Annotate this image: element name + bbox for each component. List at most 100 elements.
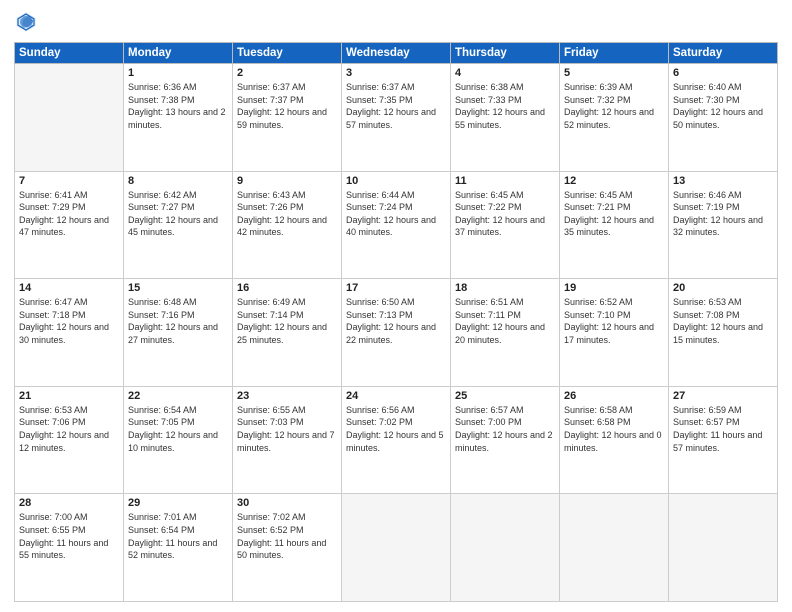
calendar-week-3: 14 Sunrise: 6:47 AM Sunset: 7:18 PM Dayli…	[15, 279, 778, 387]
calendar-cell: 15 Sunrise: 6:48 AM Sunset: 7:16 PM Dayli…	[124, 279, 233, 387]
calendar-header-saturday: Saturday	[669, 43, 778, 64]
cell-sun-info: Sunrise: 7:02 AM Sunset: 6:52 PM Dayligh…	[237, 511, 337, 561]
calendar-cell: 11Sunrise: 6:45 AM Sunset: 7:22 PM Dayli…	[451, 171, 560, 279]
calendar-cell: 5 Sunrise: 6:39 AM Sunset: 7:32 PM Daylig…	[560, 64, 669, 172]
cell-day-number: 26	[564, 390, 664, 402]
cell-sun-info: Sunrise: 6:37 AM Sunset: 7:37 PM Dayligh…	[237, 81, 337, 131]
calendar-cell: 6 Sunrise: 6:40 AM Sunset: 7:30 PM Daylig…	[669, 64, 778, 172]
calendar-cell: 8 Sunrise: 6:42 AM Sunset: 7:27 PM Daylig…	[124, 171, 233, 279]
calendar-header-tuesday: Tuesday	[233, 43, 342, 64]
cell-sun-info: Sunrise: 6:42 AM Sunset: 7:27 PM Dayligh…	[128, 189, 228, 239]
calendar-cell: 27 Sunrise: 6:59 AM Sunset: 6:57 PM Dayli…	[669, 386, 778, 494]
cell-sun-info: Sunrise: 6:47 AM Sunset: 7:18 PM Dayligh…	[19, 296, 119, 346]
cell-day-number: 15	[128, 282, 228, 294]
cell-day-number: 23	[237, 390, 337, 402]
cell-day-number: 2	[237, 67, 337, 79]
cell-day-number: 11	[455, 175, 555, 187]
calendar-cell: 10 Sunrise: 6:44 AM Sunset: 7:24 PM Dayli…	[342, 171, 451, 279]
calendar-week-4: 21 Sunrise: 6:53 AM Sunset: 7:06 PM Dayli…	[15, 386, 778, 494]
calendar-cell: 28 Sunrise: 7:00 AM Sunset: 6:55 PM Dayli…	[15, 494, 124, 602]
calendar-cell: 3 Sunrise: 6:37 AM Sunset: 7:35 PM Daylig…	[342, 64, 451, 172]
cell-sun-info: Sunrise: 6:46 AM Sunset: 7:19 PM Dayligh…	[673, 189, 773, 239]
cell-sun-info: Sunrise: 6:39 AM Sunset: 7:32 PM Dayligh…	[564, 81, 664, 131]
calendar-cell: 7 Sunrise: 6:41 AM Sunset: 7:29 PM Daylig…	[15, 171, 124, 279]
calendar-cell: 19 Sunrise: 6:52 AM Sunset: 7:10 PM Dayli…	[560, 279, 669, 387]
calendar-cell: 30Sunrise: 7:02 AM Sunset: 6:52 PM Dayli…	[233, 494, 342, 602]
cell-day-number: 14	[19, 282, 119, 294]
cell-day-number: 1	[128, 67, 228, 79]
calendar-cell: 14 Sunrise: 6:47 AM Sunset: 7:18 PM Dayli…	[15, 279, 124, 387]
calendar-header-friday: Friday	[560, 43, 669, 64]
calendar-cell: 17 Sunrise: 6:50 AM Sunset: 7:13 PM Dayli…	[342, 279, 451, 387]
cell-day-number: 19	[564, 282, 664, 294]
calendar-cell: 18 Sunrise: 6:51 AM Sunset: 7:11 PM Dayli…	[451, 279, 560, 387]
cell-sun-info: Sunrise: 6:52 AM Sunset: 7:10 PM Dayligh…	[564, 296, 664, 346]
cell-day-number: 4	[455, 67, 555, 79]
cell-day-number: 27	[673, 390, 773, 402]
cell-sun-info: Sunrise: 6:49 AM Sunset: 7:14 PM Dayligh…	[237, 296, 337, 346]
calendar-cell	[560, 494, 669, 602]
calendar-cell: 23 Sunrise: 6:55 AM Sunset: 7:03 PM Dayli…	[233, 386, 342, 494]
calendar-header-monday: Monday	[124, 43, 233, 64]
calendar-cell	[342, 494, 451, 602]
cell-day-number: 9	[237, 175, 337, 187]
cell-day-number: 21	[19, 390, 119, 402]
cell-sun-info: Sunrise: 7:01 AM Sunset: 6:54 PM Dayligh…	[128, 511, 228, 561]
cell-sun-info: Sunrise: 6:38 AM Sunset: 7:33 PM Dayligh…	[455, 81, 555, 131]
calendar-cell: 16Sunrise: 6:49 AM Sunset: 7:14 PM Dayli…	[233, 279, 342, 387]
cell-sun-info: Sunrise: 6:37 AM Sunset: 7:35 PM Dayligh…	[346, 81, 446, 131]
cell-day-number: 25	[455, 390, 555, 402]
cell-day-number: 28	[19, 497, 119, 509]
cell-sun-info: Sunrise: 6:48 AM Sunset: 7:16 PM Dayligh…	[128, 296, 228, 346]
cell-day-number: 10	[346, 175, 446, 187]
cell-day-number: 7	[19, 175, 119, 187]
cell-day-number: 5	[564, 67, 664, 79]
calendar-week-5: 28 Sunrise: 7:00 AM Sunset: 6:55 PM Dayli…	[15, 494, 778, 602]
cell-sun-info: Sunrise: 6:36 AM Sunset: 7:38 PM Dayligh…	[128, 81, 228, 131]
cell-sun-info: Sunrise: 7:00 AM Sunset: 6:55 PM Dayligh…	[19, 511, 119, 561]
cell-sun-info: Sunrise: 6:44 AM Sunset: 7:24 PM Dayligh…	[346, 189, 446, 239]
calendar-cell: 24 Sunrise: 6:56 AM Sunset: 7:02 PM Dayli…	[342, 386, 451, 494]
calendar: SundayMondayTuesdayWednesdayThursdayFrid…	[14, 42, 778, 602]
cell-sun-info: Sunrise: 6:58 AM Sunset: 6:58 PM Dayligh…	[564, 404, 664, 454]
calendar-cell: 9 Sunrise: 6:43 AM Sunset: 7:26 PM Daylig…	[233, 171, 342, 279]
cell-day-number: 3	[346, 67, 446, 79]
calendar-cell: 22 Sunrise: 6:54 AM Sunset: 7:05 PM Dayli…	[124, 386, 233, 494]
cell-sun-info: Sunrise: 6:50 AM Sunset: 7:13 PM Dayligh…	[346, 296, 446, 346]
cell-sun-info: Sunrise: 6:43 AM Sunset: 7:26 PM Dayligh…	[237, 189, 337, 239]
cell-day-number: 20	[673, 282, 773, 294]
logo	[14, 10, 42, 34]
calendar-cell: 25Sunrise: 6:57 AM Sunset: 7:00 PM Dayli…	[451, 386, 560, 494]
cell-sun-info: Sunrise: 6:41 AM Sunset: 7:29 PM Dayligh…	[19, 189, 119, 239]
calendar-cell: 1 Sunrise: 6:36 AM Sunset: 7:38 PM Daylig…	[124, 64, 233, 172]
page: SundayMondayTuesdayWednesdayThursdayFrid…	[0, 0, 792, 612]
cell-sun-info: Sunrise: 6:53 AM Sunset: 7:08 PM Dayligh…	[673, 296, 773, 346]
calendar-cell: 20 Sunrise: 6:53 AM Sunset: 7:08 PM Dayli…	[669, 279, 778, 387]
calendar-week-2: 7 Sunrise: 6:41 AM Sunset: 7:29 PM Daylig…	[15, 171, 778, 279]
cell-day-number: 8	[128, 175, 228, 187]
cell-sun-info: Sunrise: 6:45 AM Sunset: 7:21 PM Dayligh…	[564, 189, 664, 239]
calendar-cell: 12Sunrise: 6:45 AM Sunset: 7:21 PM Dayli…	[560, 171, 669, 279]
cell-day-number: 17	[346, 282, 446, 294]
cell-day-number: 22	[128, 390, 228, 402]
calendar-cell: 4 Sunrise: 6:38 AM Sunset: 7:33 PM Daylig…	[451, 64, 560, 172]
cell-sun-info: Sunrise: 6:53 AM Sunset: 7:06 PM Dayligh…	[19, 404, 119, 454]
calendar-header-sunday: Sunday	[15, 43, 124, 64]
cell-day-number: 6	[673, 67, 773, 79]
calendar-cell	[15, 64, 124, 172]
cell-day-number: 13	[673, 175, 773, 187]
cell-sun-info: Sunrise: 6:56 AM Sunset: 7:02 PM Dayligh…	[346, 404, 446, 454]
calendar-cell	[451, 494, 560, 602]
cell-sun-info: Sunrise: 6:40 AM Sunset: 7:30 PM Dayligh…	[673, 81, 773, 131]
cell-day-number: 18	[455, 282, 555, 294]
cell-sun-info: Sunrise: 6:55 AM Sunset: 7:03 PM Dayligh…	[237, 404, 337, 454]
cell-sun-info: Sunrise: 6:51 AM Sunset: 7:11 PM Dayligh…	[455, 296, 555, 346]
cell-sun-info: Sunrise: 6:54 AM Sunset: 7:05 PM Dayligh…	[128, 404, 228, 454]
calendar-header-row: SundayMondayTuesdayWednesdayThursdayFrid…	[15, 43, 778, 64]
header	[14, 10, 778, 34]
calendar-header-thursday: Thursday	[451, 43, 560, 64]
cell-sun-info: Sunrise: 6:59 AM Sunset: 6:57 PM Dayligh…	[673, 404, 773, 454]
cell-day-number: 24	[346, 390, 446, 402]
cell-day-number: 29	[128, 497, 228, 509]
calendar-week-1: 1 Sunrise: 6:36 AM Sunset: 7:38 PM Daylig…	[15, 64, 778, 172]
